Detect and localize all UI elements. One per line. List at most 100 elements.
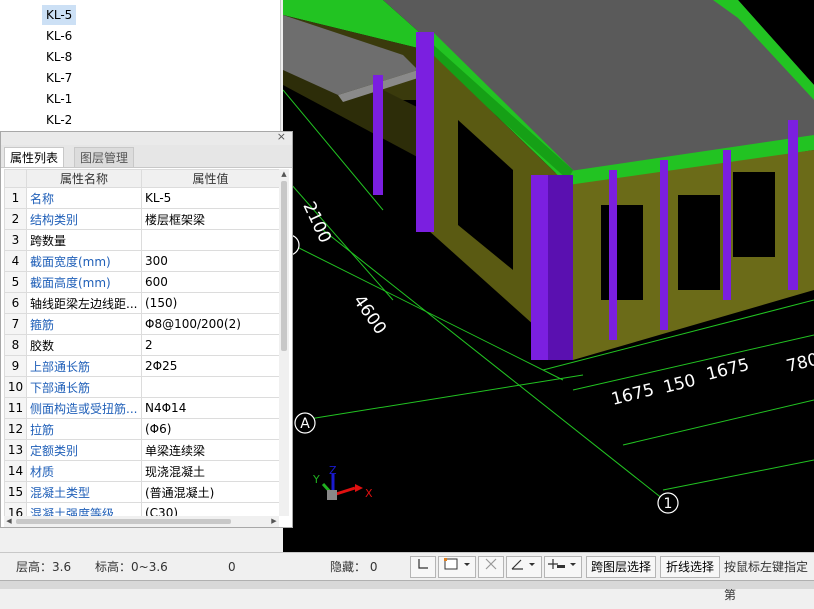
property-value[interactable]: 现浇混凝土 <box>141 460 279 482</box>
property-row[interactable]: 15 混凝土类型 (普通混凝土) <box>4 481 279 503</box>
snap-corner-icon[interactable] <box>410 556 436 578</box>
property-row[interactable]: 13 定额类别 单梁连续梁 <box>4 439 279 461</box>
property-row[interactable]: 6 轴线距梁左边线距... (150) <box>4 292 279 314</box>
property-value[interactable]: Φ8@100/200(2) <box>141 313 279 335</box>
tree-item-kl7[interactable]: KL-7 <box>42 68 76 88</box>
property-name: 轴线距梁左边线距... <box>26 292 142 314</box>
property-value[interactable]: (C30) <box>141 502 279 516</box>
dim-label-150: 150 <box>661 371 697 398</box>
property-panel: × 属性列表 图层管理 属性名称 属性值 1 名称 KL-5 2 结构类别 楼层框架梁 3 跨… <box>0 130 293 528</box>
property-value[interactable]: (150) <box>141 292 279 314</box>
tree-item-kl2[interactable]: KL-2 <box>42 110 76 130</box>
tree-item-kl1[interactable]: KL-1 <box>42 89 76 109</box>
property-row[interactable]: 9 上部通长筋 2Φ25 <box>4 355 279 377</box>
property-name: 混凝土强度等级 <box>26 502 142 516</box>
property-row[interactable]: 10 下部通长筋 <box>4 376 279 398</box>
component-tree: KL-5 KL-6 KL-8 KL-7 KL-1 KL-2 <box>0 0 281 132</box>
property-row[interactable]: 5 截面高度(mm) 600 <box>4 271 279 293</box>
row-index: 3 <box>4 229 27 251</box>
property-value[interactable]: N4Φ14 <box>141 397 279 419</box>
property-value[interactable]: 楼层框架梁 <box>141 208 279 230</box>
elevation: 标高：0~3.6 <box>95 560 168 574</box>
row-index: 4 <box>4 250 27 272</box>
property-name: 截面宽度(mm) <box>26 250 142 272</box>
tab-layer-management[interactable]: 图层管理 <box>74 147 135 167</box>
property-value[interactable]: 300 <box>141 250 279 272</box>
tree-item-kl5[interactable]: KL-5 <box>42 5 77 25</box>
property-row[interactable]: 1 名称 KL-5 <box>4 187 279 209</box>
tree-item-kl6[interactable]: KL-6 <box>42 26 76 46</box>
row-index: 10 <box>4 376 27 398</box>
hidden-count: 隐藏： 0 <box>330 560 378 574</box>
property-row[interactable]: 4 截面宽度(mm) 300 <box>4 250 279 272</box>
grid-header-row: 属性名称 属性值 <box>4 169 279 188</box>
property-value[interactable]: 单梁连续梁 <box>141 439 279 461</box>
row-index: 2 <box>4 208 27 230</box>
tree-item-kl8[interactable]: KL-8 <box>42 47 76 67</box>
property-name: 上部通长筋 <box>26 355 142 377</box>
axis-label-1: 1 <box>664 496 673 512</box>
3d-viewport[interactable]: 2100 4600 1675 150 1675 780 A 1 B X Y <box>283 0 814 552</box>
window-3 <box>733 172 775 257</box>
polyline-select-button[interactable]: 折线选择 <box>660 556 720 578</box>
row-index: 13 <box>4 439 27 461</box>
scroll-thumb[interactable] <box>281 181 287 351</box>
triad-x: X <box>365 487 373 500</box>
column-left <box>416 32 434 232</box>
header-property-value: 属性值 <box>141 169 279 188</box>
property-row[interactable]: 12 拉筋 (Φ6) <box>4 418 279 440</box>
property-row[interactable]: 11 侧面构造或受扭筋... N4Φ14 <box>4 397 279 419</box>
window-2 <box>678 195 720 290</box>
coordinate-readout: 0 <box>228 560 236 574</box>
insert-point-dropdown[interactable] <box>544 556 582 578</box>
scroll-left-icon[interactable]: ◀ <box>4 516 14 527</box>
column-post-4 <box>788 120 798 290</box>
close-icon[interactable]: × <box>277 130 286 143</box>
dim-label-780: 780 <box>784 350 814 377</box>
cross-icon[interactable] <box>478 556 504 578</box>
scroll-up-icon[interactable]: ▲ <box>279 169 289 179</box>
property-value[interactable]: (普通混凝土) <box>141 481 279 503</box>
row-index: 15 <box>4 481 27 503</box>
header-index <box>4 169 27 188</box>
property-row[interactable]: 16 混凝土强度等级 (C30) <box>4 502 279 516</box>
property-row[interactable]: 3 跨数量 <box>4 229 279 251</box>
property-value[interactable]: 600 <box>141 271 279 293</box>
column-post-1 <box>609 170 617 340</box>
triad-y: Y <box>312 473 320 486</box>
property-name: 拉筋 <box>26 418 142 440</box>
property-name: 跨数量 <box>26 229 142 251</box>
status-bar: 层高：3.6 标高：0~3.6 0 隐藏： 0 跨图层选择 折线选择 按鼠标左键… <box>0 552 814 602</box>
property-value[interactable]: (Φ6) <box>141 418 279 440</box>
property-value[interactable]: 2Φ25 <box>141 355 279 377</box>
dim-label-2100: 2100 <box>298 199 334 247</box>
column-awning <box>373 75 383 195</box>
property-row[interactable]: 2 结构类别 楼层框架梁 <box>4 208 279 230</box>
select-box-dropdown[interactable] <box>438 556 476 578</box>
scroll-right-icon[interactable]: ▶ <box>269 516 279 527</box>
row-index: 14 <box>4 460 27 482</box>
hscroll-thumb[interactable] <box>16 519 231 524</box>
property-value[interactable]: KL-5 <box>141 187 279 209</box>
property-row[interactable]: 7 箍筋 Φ8@100/200(2) <box>4 313 279 335</box>
vertical-scrollbar[interactable]: ▲ <box>279 169 289 516</box>
cross-layer-select-button[interactable]: 跨图层选择 <box>586 556 656 578</box>
angle-dropdown[interactable] <box>506 556 542 578</box>
property-value[interactable] <box>141 229 279 251</box>
column-post-2 <box>660 160 668 330</box>
grid-body: 1 名称 KL-5 2 结构类别 楼层框架梁 3 跨数量 4 截面宽度(mm) 300 5 截面高度(m… <box>4 187 279 516</box>
property-name: 材质 <box>26 460 142 482</box>
property-grid: 属性名称 属性值 1 名称 KL-5 2 结构类别 楼层框架梁 3 跨数量 4 截面宽度(mm) 3… <box>4 169 279 516</box>
property-name: 结构类别 <box>26 208 142 230</box>
tab-property-list[interactable]: 属性列表 <box>4 147 65 167</box>
property-row[interactable]: 14 材质 现浇混凝土 <box>4 460 279 482</box>
property-row[interactable]: 8 胶数 2 <box>4 334 279 356</box>
panel-titlebar: × <box>1 130 292 145</box>
row-index: 1 <box>4 187 27 209</box>
axis-label-a: A <box>300 416 310 432</box>
property-value[interactable]: 2 <box>141 334 279 356</box>
horizontal-scrollbar[interactable]: ◀ ▶ <box>4 516 279 527</box>
property-name: 截面高度(mm) <box>26 271 142 293</box>
property-value[interactable] <box>141 376 279 398</box>
row-index: 11 <box>4 397 27 419</box>
